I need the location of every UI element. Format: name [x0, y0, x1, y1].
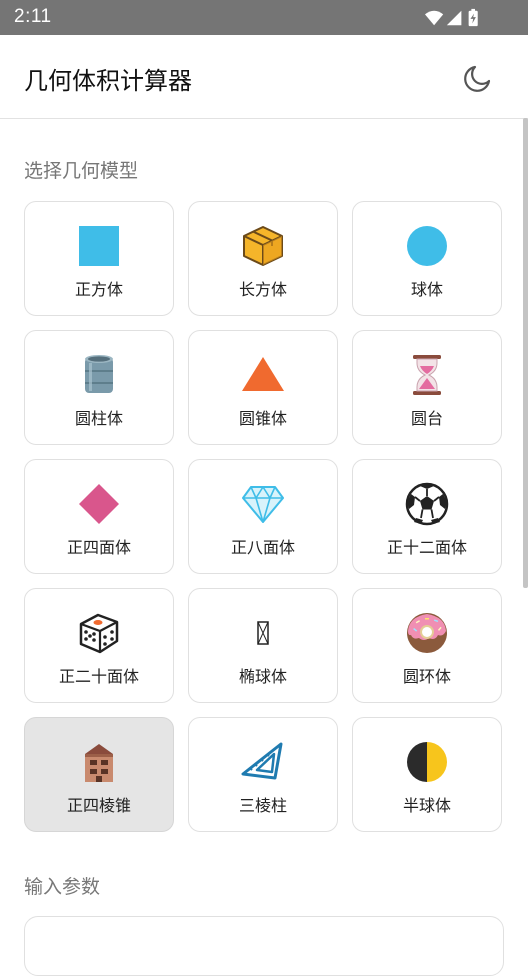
model-card-square-pyramid[interactable]: 正四棱锥: [24, 717, 174, 832]
donut-icon: [407, 613, 447, 653]
app-bar: 几何体积计算器: [0, 35, 528, 119]
parameter-input-card[interactable]: [24, 916, 504, 976]
model-label: 圆锥体: [238, 409, 287, 428]
model-label: 椭球体: [238, 667, 287, 686]
status-time: 2:11: [14, 6, 52, 27]
section-title-select-model: 选择几何模型: [24, 160, 139, 182]
building-icon: [85, 744, 113, 782]
system-status-icons: [425, 8, 478, 27]
model-card-cone[interactable]: 圆锥体: [188, 330, 338, 445]
model-label: 圆柱体: [74, 409, 123, 428]
moon-icon[interactable]: [462, 62, 494, 94]
hourglass-icon: [413, 355, 441, 395]
triangle-ruler-icon: [241, 742, 283, 780]
model-card-sphere[interactable]: 球体: [352, 201, 502, 316]
dice-icon: [79, 613, 119, 654]
model-card-octahedron[interactable]: 正八面体: [188, 459, 338, 574]
model-label: 正二十面体: [58, 667, 139, 686]
model-label: 正四棱锥: [66, 796, 131, 815]
ellipsoid-icon: [257, 621, 269, 645]
model-card-frustum[interactable]: 圆台: [352, 330, 502, 445]
model-card-tetrahedron[interactable]: 正四面体: [24, 459, 174, 574]
half-circle-icon: [407, 742, 447, 782]
soccer-ball-icon: [405, 482, 449, 526]
sphere-icon: [407, 226, 447, 266]
model-card-cylinder[interactable]: 圆柱体: [24, 330, 174, 445]
model-label: 正方体: [74, 280, 123, 299]
model-label: 正十二面体: [386, 538, 467, 557]
diamond-icon: [79, 484, 119, 524]
model-label: 正四面体: [66, 538, 131, 557]
model-label: 半球体: [402, 796, 451, 815]
model-label: 球体: [410, 280, 443, 299]
wifi-icon: [425, 10, 444, 26]
model-card-torus[interactable]: 圆环体: [352, 588, 502, 703]
model-label: 圆环体: [402, 667, 451, 686]
cone-icon: [242, 357, 284, 391]
model-label: 长方体: [238, 280, 287, 299]
model-label: 正八面体: [230, 538, 295, 557]
box-icon: [243, 226, 283, 266]
model-label: 圆台: [410, 409, 443, 428]
model-card-hemisphere[interactable]: 半球体: [352, 717, 502, 832]
page-title: 几何体积计算器: [24, 67, 192, 95]
model-card-triangular-prism[interactable]: 三棱柱: [188, 717, 338, 832]
signal-icon: [446, 10, 462, 26]
model-card-cube[interactable]: 正方体: [24, 201, 174, 316]
scrollbar[interactable]: [523, 118, 528, 588]
cylinder-icon: [85, 355, 113, 393]
model-card-icosahedron[interactable]: 正二十面体: [24, 588, 174, 703]
status-bar: 2:11: [0, 0, 528, 35]
model-card-dodecahedron[interactable]: 正十二面体: [352, 459, 502, 574]
cube-icon: [79, 226, 119, 266]
gem-icon: [242, 486, 284, 523]
model-label: 三棱柱: [238, 796, 287, 815]
section-title-input-params: 输入参数: [24, 876, 101, 898]
model-card-cuboid[interactable]: 长方体: [188, 201, 338, 316]
model-card-ellipsoid[interactable]: 椭球体: [188, 588, 338, 703]
